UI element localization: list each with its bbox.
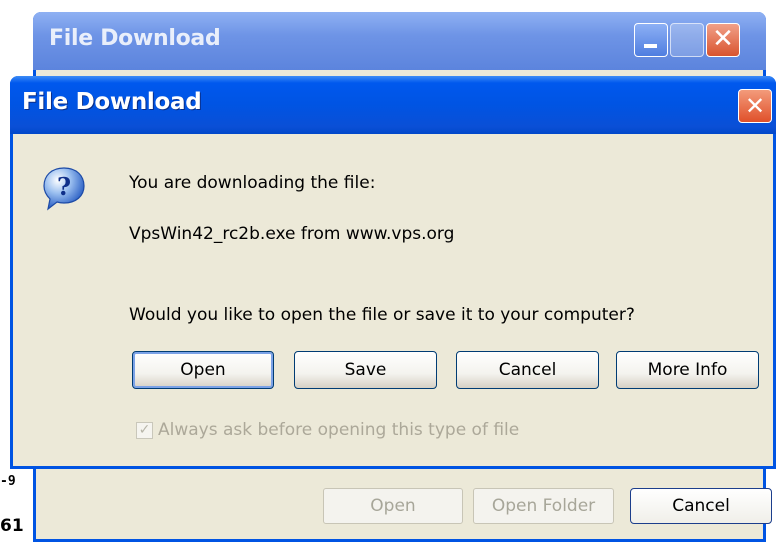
save-button[interactable]: Save — [294, 351, 437, 389]
background-close-button[interactable]: ✕ — [706, 23, 740, 57]
minimize-button[interactable] — [634, 23, 668, 57]
dialog-title: File Download — [22, 89, 202, 115]
more-info-button[interactable]: More Info — [616, 351, 759, 389]
file-name-source: VpsWin42_rc2b.exe from www.vps.org — [129, 224, 455, 244]
question-icon: ? — [43, 167, 85, 211]
background-title: File Download — [49, 26, 221, 51]
checkmark-icon: ✓ — [138, 422, 151, 438]
dialog-close-button[interactable]: ✕ — [738, 89, 772, 123]
always-ask-checkbox[interactable]: ✓ — [136, 422, 153, 439]
cancel-button[interactable]: Cancel — [456, 351, 599, 389]
always-ask-label: Always ask before opening this type of f… — [158, 420, 520, 440]
downloading-label: You are downloading the file: — [129, 173, 376, 193]
background-cancel-button[interactable]: Cancel — [630, 488, 772, 524]
open-button[interactable]: Open — [132, 351, 274, 389]
maximize-button[interactable] — [670, 23, 704, 57]
behind-text-1: -9 — [0, 474, 16, 489]
dialog-titlebar[interactable]: File Download ✕ — [10, 76, 776, 134]
background-open-folder-button[interactable]: Open Folder — [473, 488, 614, 524]
behind-text-2: 61 — [0, 516, 24, 536]
background-titlebar: File Download ✕ — [33, 12, 766, 70]
open-or-save-question: Would you like to open the file or save … — [129, 305, 635, 325]
file-download-dialog: File Download ✕ ? You are downloading th… — [10, 76, 776, 469]
background-open-button[interactable]: Open — [323, 488, 463, 524]
svg-text:?: ? — [57, 172, 71, 201]
